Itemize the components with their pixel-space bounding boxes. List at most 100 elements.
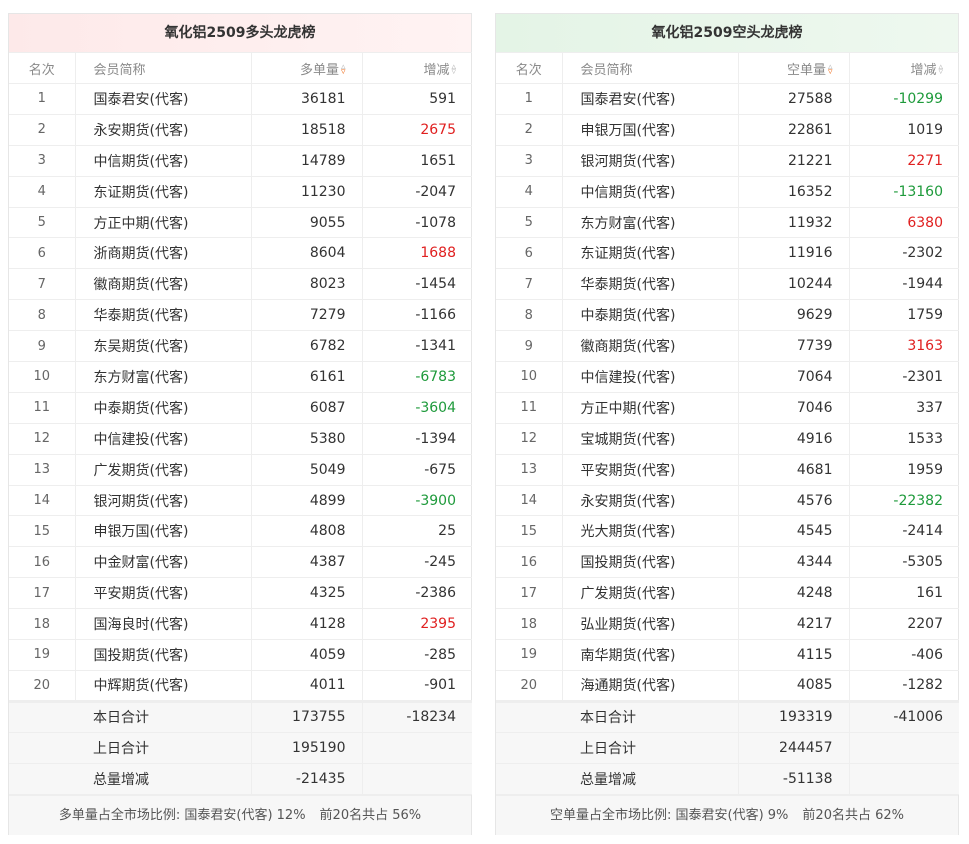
summary-label: 总量增减 <box>75 763 252 795</box>
change-cell: -245 <box>362 546 472 579</box>
rank-cell: 20 <box>496 670 563 702</box>
rank-cell: 15 <box>496 515 563 548</box>
summary-change: -41006 <box>849 699 959 733</box>
summary-label: 上日合计 <box>562 732 739 764</box>
volume-cell: 4011 <box>251 670 363 702</box>
rank-cell: 16 <box>9 546 76 579</box>
short-table-body: 1 国泰君安(代客) 27588 -10299 2 申银万国(代客) 22861 1019 3 银… <box>496 83 959 795</box>
table-row: 17 平安期货(代客) 4325 -2386 <box>9 577 472 610</box>
change-cell: -2386 <box>362 577 472 610</box>
rank-cell: 15 <box>9 515 76 548</box>
change-sort-header[interactable]: 增减 ▵ ▿ <box>362 52 472 84</box>
member-name-cell: 国投期货(代客) <box>562 546 739 579</box>
change-cell: -1166 <box>362 299 472 332</box>
table-row: 6 东证期货(代客) 11916 -2302 <box>496 237 959 270</box>
rank-cell: 4 <box>496 176 563 208</box>
change-cell: 337 <box>849 392 959 424</box>
volume-cell: 4576 <box>738 485 850 517</box>
volume-cell: 4545 <box>738 515 850 548</box>
rank-cell: 16 <box>496 546 563 579</box>
table-row: 8 华泰期货(代客) 7279 -1166 <box>9 299 472 332</box>
summary-row: 本日合计 193319 -41006 <box>496 699 959 733</box>
summary-label: 上日合计 <box>75 732 252 764</box>
change-cell: -1454 <box>362 268 472 301</box>
long-table-body: 1 国泰君安(代客) 36181 591 2 永安期货(代客) 18518 2675 3 中信期货… <box>9 83 472 795</box>
change-cell: -5305 <box>849 546 959 579</box>
change-cell: -1078 <box>362 207 472 239</box>
summary-label: 总量增减 <box>562 763 739 795</box>
member-name-cell: 徽商期货(代客) <box>562 330 739 363</box>
rank-cell: 19 <box>496 639 563 671</box>
table-row: 19 国投期货(代客) 4059 -285 <box>9 639 472 671</box>
summary-row: 本日合计 173755 -18234 <box>9 699 472 733</box>
member-name-cell: 永安期货(代客) <box>562 485 739 517</box>
table-row: 7 徽商期货(代客) 8023 -1454 <box>9 268 472 301</box>
member-name-cell: 广发期货(代客) <box>75 454 252 486</box>
change-cell: 1959 <box>849 454 959 486</box>
short-top20-share-text: 前20名共占 62% <box>802 807 904 823</box>
change-cell: -2302 <box>849 237 959 270</box>
volume-cell: 18518 <box>251 114 363 146</box>
rank-cell: 1 <box>9 83 76 115</box>
member-name-cell: 广发期货(代客) <box>562 577 739 610</box>
rank-cell: 7 <box>9 268 76 301</box>
summary-spacer <box>9 763 75 795</box>
volume-cell: 36181 <box>251 83 363 115</box>
summary-volume: 195190 <box>251 732 363 764</box>
volume-cell: 21221 <box>738 145 850 177</box>
change-cell: -3900 <box>362 485 472 517</box>
rank-cell: 5 <box>496 207 563 239</box>
change-cell: 1688 <box>362 237 472 270</box>
table-row: 2 永安期货(代客) 18518 2675 <box>9 114 472 146</box>
table-row: 13 平安期货(代客) 4681 1959 <box>496 454 959 486</box>
change-cell: 1651 <box>362 145 472 177</box>
table-row: 9 徽商期货(代客) 7739 3163 <box>496 330 959 363</box>
rank-cell: 13 <box>9 454 76 486</box>
long-footer: 多单量占全市场比例: 国泰君安(代客) 12% 前20名共占 56% <box>9 794 471 835</box>
table-row: 1 国泰君安(代客) 27588 -10299 <box>496 83 959 115</box>
member-name-cell: 东方财富(代客) <box>562 207 739 239</box>
summary-row: 上日合计 244457 <box>496 732 959 764</box>
summary-volume: 244457 <box>738 732 850 764</box>
rank-cell: 19 <box>9 639 76 671</box>
volume-sort-header[interactable]: 多单量 ▵ ▿ <box>251 52 363 84</box>
member-name-cell: 中辉期货(代客) <box>75 670 252 702</box>
change-sort-header[interactable]: 增减 ▵ ▿ <box>849 52 959 84</box>
change-cell: -13160 <box>849 176 959 208</box>
rank-cell: 2 <box>496 114 563 146</box>
volume-cell: 4248 <box>738 577 850 610</box>
summary-row: 总量增减 -21435 <box>9 763 472 795</box>
change-cell: -1341 <box>362 330 472 363</box>
rank-cell: 11 <box>9 392 76 424</box>
table-row: 4 东证期货(代客) 11230 -2047 <box>9 176 472 208</box>
member-header: 会员简称 <box>75 52 252 84</box>
change-cell: -285 <box>362 639 472 671</box>
member-name-cell: 银河期货(代客) <box>562 145 739 177</box>
rank-cell: 5 <box>9 207 76 239</box>
rank-cell: 6 <box>9 237 76 270</box>
volume-sort-header[interactable]: 空单量 ▵ ▿ <box>738 52 850 84</box>
table-row: 20 海通期货(代客) 4085 -1282 <box>496 670 959 702</box>
table-row: 18 弘业期货(代客) 4217 2207 <box>496 608 959 641</box>
summary-change <box>849 763 959 795</box>
rank-cell: 18 <box>9 608 76 641</box>
summary-spacer <box>496 763 562 795</box>
volume-cell: 9629 <box>738 299 850 332</box>
volume-cell: 11916 <box>738 237 850 270</box>
volume-cell: 4115 <box>738 639 850 671</box>
summary-change <box>849 732 959 764</box>
table-row: 13 广发期货(代客) 5049 -675 <box>9 454 472 486</box>
volume-cell: 5380 <box>251 423 363 455</box>
member-name-cell: 中信期货(代客) <box>75 145 252 177</box>
change-cell: -1394 <box>362 423 472 455</box>
member-name-cell: 弘业期货(代客) <box>562 608 739 641</box>
change-cell: 6380 <box>849 207 959 239</box>
rank-header: 名次 <box>496 52 563 84</box>
change-cell: 25 <box>362 515 472 548</box>
change-cell: -1282 <box>849 670 959 702</box>
summary-volume: -21435 <box>251 763 363 795</box>
change-cell: -675 <box>362 454 472 486</box>
summary-volume: -51138 <box>738 763 850 795</box>
rank-cell: 8 <box>9 299 76 332</box>
table-row: 3 中信期货(代客) 14789 1651 <box>9 145 472 177</box>
